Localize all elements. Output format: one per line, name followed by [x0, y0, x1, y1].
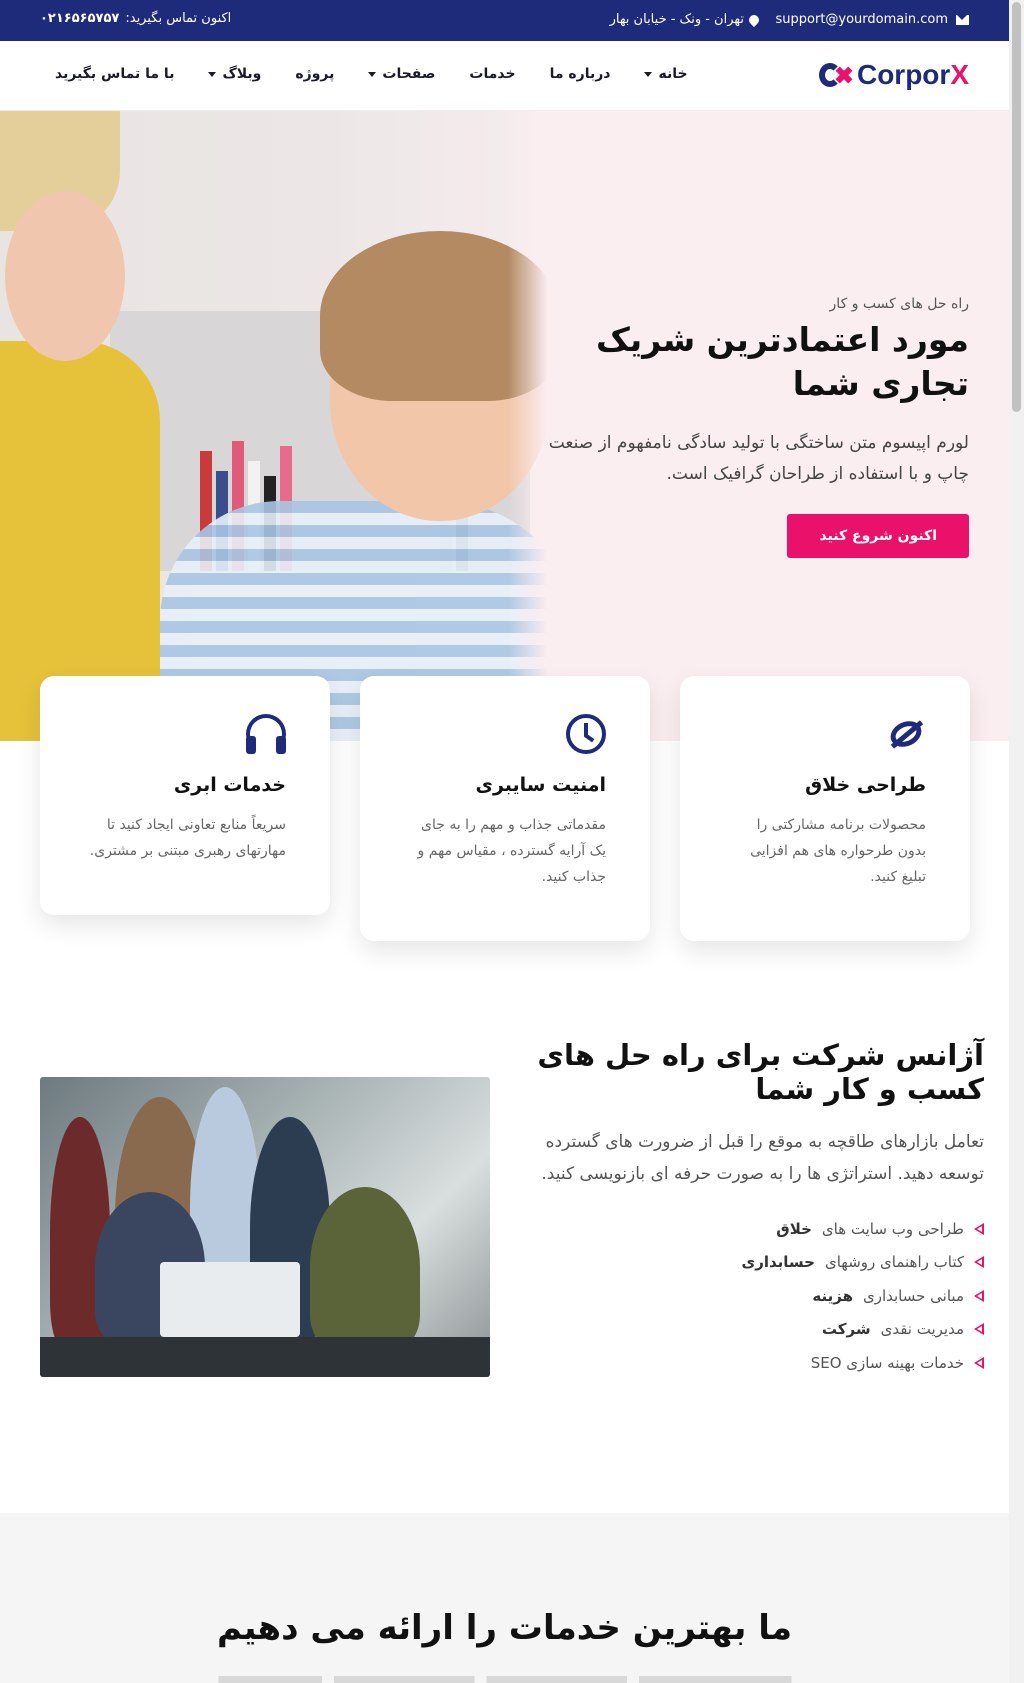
nav-menu: خانه درباره ما خدمات صفحات پروژه وبلاگ ب… — [55, 66, 688, 82]
page-scrollbar[interactable] — [1009, 0, 1024, 1683]
list-item: مدیریت نقدی شرکت — [524, 1313, 984, 1347]
nav-item-project[interactable]: پروژه — [295, 66, 334, 82]
hero-description: لورم اپیسوم متن ساختگی با تولید سادگی نا… — [548, 433, 969, 484]
main-navbar: CorporX خانه درباره ما خدمات صفحات پروژه… — [0, 41, 1009, 111]
nav-item-about[interactable]: درباره ما — [550, 66, 611, 82]
caret-down-icon — [368, 71, 377, 77]
services-subtitle-partial — [200, 1676, 810, 1683]
feature-card-cyber-security[interactable]: امنیت سایبری مقدماتی جذاب و مهم را به جا… — [360, 676, 650, 941]
feature-card-text: محصولات برنامه مشارکتی را بدون طرحواره ه… — [750, 817, 926, 885]
logo-text: CorporX — [856, 59, 969, 90]
scrollbar-thumb[interactable] — [1012, 2, 1021, 412]
hero-section: راه حل های کسب و کار مورد اعتمادترین شری… — [0, 111, 1009, 741]
caret-down-icon — [208, 71, 217, 77]
headphones-icon — [246, 714, 286, 754]
feature-card-text: سریعاً منابع تعاونی ایجاد کنید تا مهارته… — [89, 817, 286, 859]
creative-design-icon — [886, 714, 926, 754]
about-section: آژانس شرکت برای راه حل های کسب و کار شما… — [524, 1038, 984, 1380]
address-text: تهران - ونک - خیابان بهار — [609, 12, 744, 27]
list-item: مبانی حسابداری هزینه — [524, 1279, 984, 1313]
feature-card-text: مقدماتی جذاب و مهم را به جای یک آرایه گس… — [417, 817, 606, 885]
top-contact-bar: support@yourdomain.com تهران - ونک - خیا… — [0, 0, 1009, 41]
nav-item-contact[interactable]: با ما تماس بگیرید — [55, 66, 174, 82]
feature-cards: طراحی خلاق محصولات برنامه مشارکتی را بدو… — [40, 676, 970, 946]
nav-item-blog[interactable]: وبلاگ — [208, 66, 261, 82]
get-started-button[interactable]: اکنون شروع کنید — [787, 514, 969, 558]
triangle-bullet-icon — [974, 1256, 984, 1269]
triangle-bullet-icon — [974, 1289, 984, 1302]
triangle-bullet-icon — [974, 1222, 984, 1235]
logo-mark-icon — [818, 61, 853, 89]
about-title: آژانس شرکت برای راه حل های کسب و کار شما — [537, 1038, 984, 1106]
caret-down-icon — [644, 71, 653, 77]
triangle-bullet-icon — [974, 1323, 984, 1336]
feature-card-title: طراحی خلاق — [805, 774, 926, 796]
feature-card-cloud-services[interactable]: خدمات ابری سریعاً منابع تعاونی ایجاد کنی… — [40, 676, 330, 915]
email-text: support@yourdomain.com — [775, 12, 949, 27]
hero-title: مورد اعتمادترین شریک تجاری شما — [596, 320, 969, 403]
about-feature-list: طراحی وب سایت های خلاق کتاب راهنمای روشها… — [524, 1212, 984, 1380]
hero-image — [0, 111, 548, 741]
list-item: کتاب راهنمای روشهای حسابداری — [524, 1246, 984, 1280]
hero-kicker: راه حل های کسب و کار — [829, 296, 969, 312]
feature-card-title: امنیت سایبری — [475, 774, 606, 796]
nav-item-home[interactable]: خانه — [644, 66, 688, 82]
phone-number[interactable]: ۰۲۱۶۵۶۵۷۵۷ — [40, 11, 119, 26]
triangle-bullet-icon — [974, 1356, 984, 1369]
feature-card-title: خدمات ابری — [173, 774, 286, 796]
logo[interactable]: CorporX — [818, 59, 969, 91]
nav-item-services[interactable]: خدمات — [469, 66, 515, 82]
map-pin-icon — [746, 12, 762, 27]
nav-item-pages[interactable]: صفحات — [368, 66, 435, 82]
about-description: تعامل بازارهای طاقچه به موقع را قبل از ض… — [541, 1132, 984, 1184]
feature-card-creative-design[interactable]: طراحی خلاق محصولات برنامه مشارکتی را بدو… — [680, 676, 970, 941]
call-label: اکنون تماس بگیرید: — [125, 11, 232, 26]
address: تهران - ونک - خیابان بهار — [609, 12, 762, 27]
list-item: خدمات بهینه سازی SEO — [524, 1346, 984, 1380]
hero-content: راه حل های کسب و کار مورد اعتمادترین شری… — [529, 296, 969, 558]
services-section: ما بهترین خدمات را ارائه می دهیم — [0, 1513, 1009, 1683]
services-title: ما بهترین خدمات را ارائه می دهیم — [216, 1608, 793, 1648]
call-now: اکنون تماس بگیرید: ۰۲۱۶۵۶۵۷۵۷ — [40, 11, 231, 26]
list-item: طراحی وب سایت های خلاق — [524, 1212, 984, 1246]
envelope-icon — [956, 14, 969, 25]
email-link[interactable]: support@yourdomain.com — [775, 12, 969, 27]
team-meeting-image — [40, 1077, 490, 1377]
clock-icon — [566, 714, 606, 754]
